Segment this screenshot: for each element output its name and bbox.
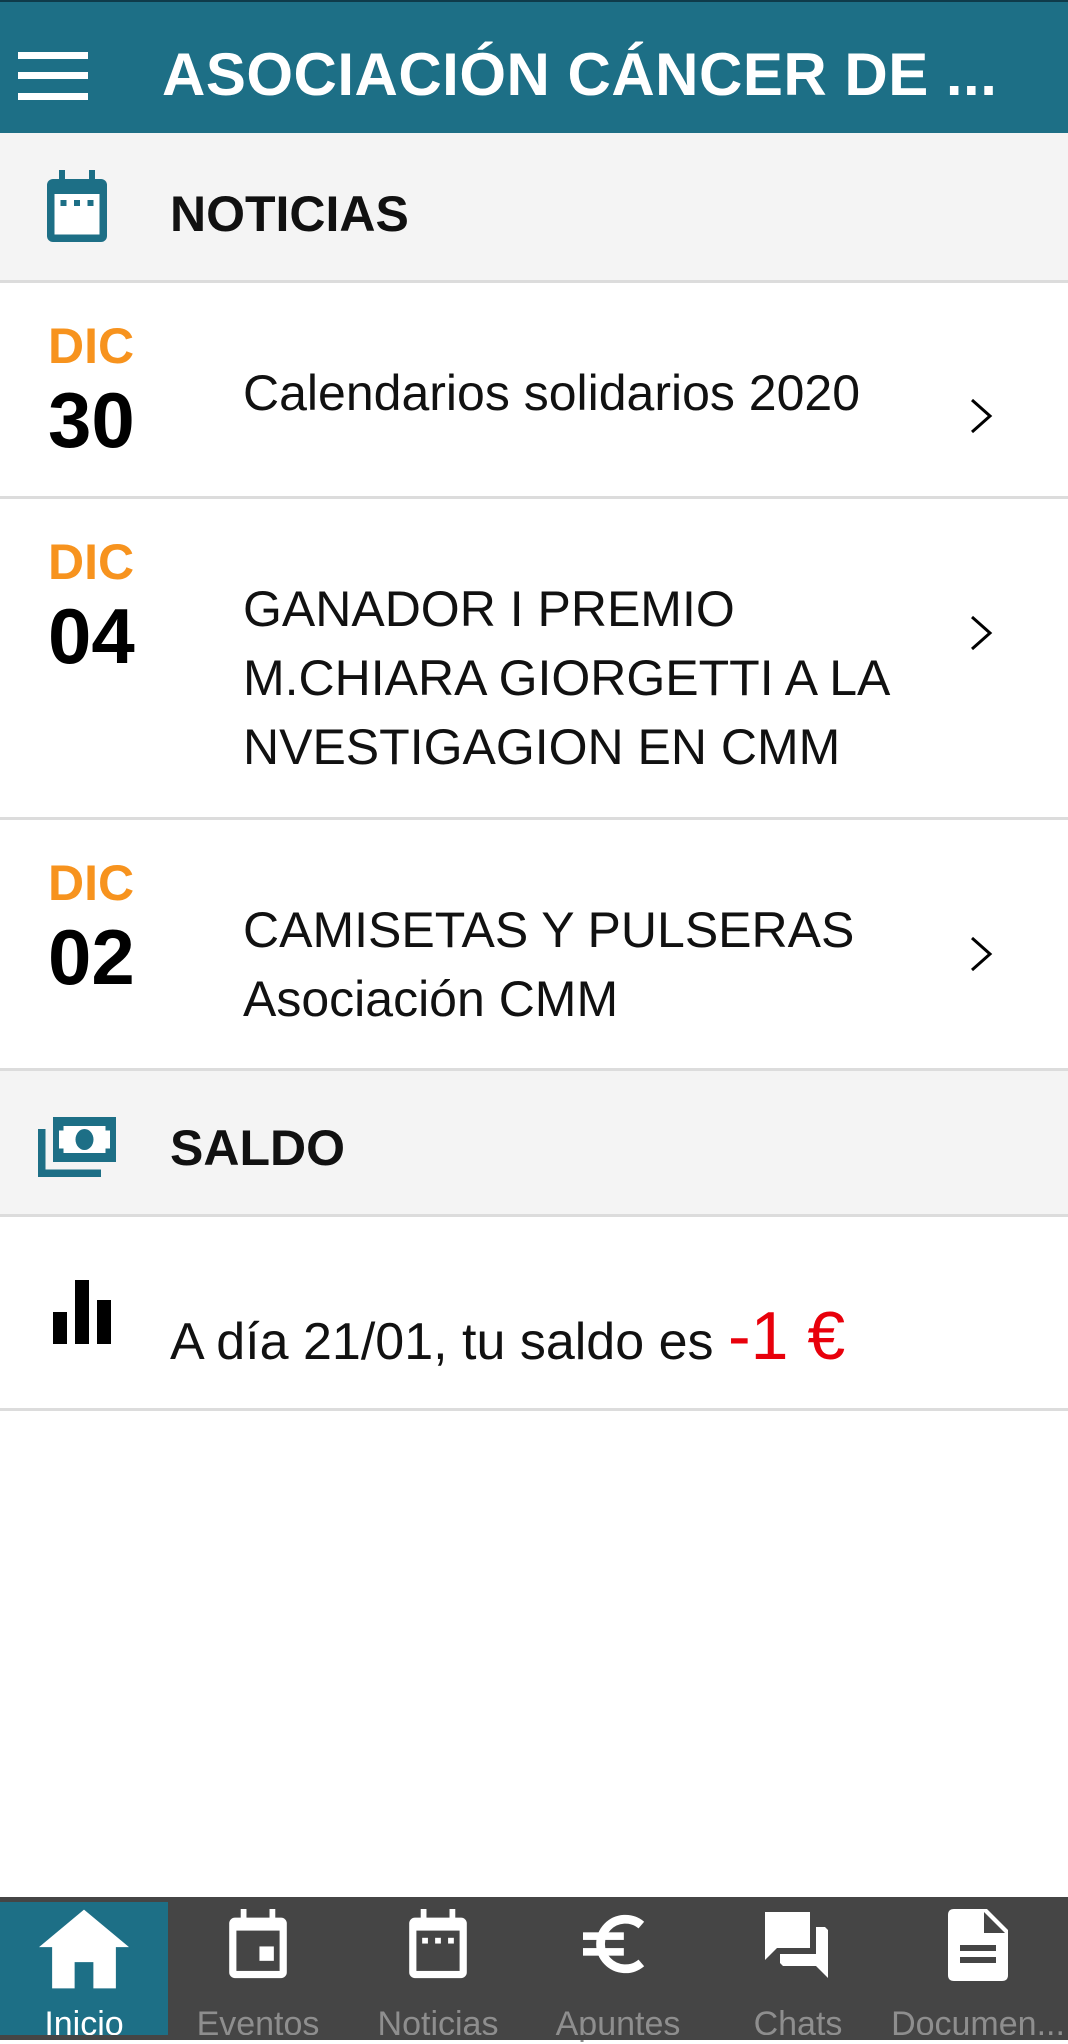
news-title: CAMISETAS Y PULSERAS Asociación CMM (243, 902, 855, 1027)
news-day: 02 (48, 913, 135, 1001)
saldo-section-title: SALDO (170, 1120, 345, 1176)
news-month: DIC (48, 855, 135, 911)
chevron-right-icon (971, 936, 993, 972)
saldo-text: A día 21/01, tu saldo es -1 € (170, 1297, 845, 1375)
saldo-label: A día 21/01, tu saldo es (170, 1313, 714, 1371)
tab-inicio[interactable]: Inicio (0, 1902, 168, 2043)
app-title: ASOCIACIÓN CÁNCER DE ... (162, 41, 998, 108)
news-item[interactable]: DIC 04 GANADOR I PREMIO M.CHIARA GIORGET… (0, 499, 1068, 820)
hamburger-menu-icon[interactable] (18, 50, 88, 102)
tab-documentos[interactable]: Documen... (888, 1897, 1068, 2043)
bottom-nav: Inicio Eventos Noticias Apuntes Chats Do… (0, 1897, 1068, 2043)
news-month: DIC (48, 534, 135, 590)
noticias-section-title: NOTICIAS (170, 186, 409, 242)
bar-chart-icon (53, 1280, 111, 1344)
tab-apuntes[interactable]: Apuntes (528, 1897, 708, 2043)
noticias-section-header: NOTICIAS (0, 133, 1068, 283)
chat-icon (765, 1912, 828, 1978)
news-title: Calendarios solidarios 2020 (243, 365, 861, 421)
news-day: 30 (48, 376, 135, 464)
chevron-right-icon (971, 398, 993, 434)
event-icon (229, 1909, 287, 1979)
euro-icon (583, 1914, 645, 1974)
tab-noticias[interactable]: Noticias (348, 1897, 528, 2043)
news-day: 04 (48, 592, 135, 680)
calendar-icon (47, 170, 107, 242)
news-item[interactable]: DIC 30 Calendarios solidarios 2020 (0, 283, 1068, 499)
news-title: GANADOR I PREMIO M.CHIARA GIORGETTI A LA… (243, 581, 888, 775)
money-icon (38, 1117, 116, 1177)
tab-eventos[interactable]: Eventos (168, 1897, 348, 2043)
news-item[interactable]: DIC 02 CAMISETAS Y PULSERAS Asociación C… (0, 820, 1068, 1071)
news-month: DIC (48, 318, 135, 374)
tab-chats[interactable]: Chats (708, 1897, 888, 2043)
app-bar: ASOCIACIÓN CÁNCER DE ... (0, 0, 1068, 133)
saldo-amount: -1 € (727, 1298, 846, 1374)
calendar-icon (409, 1909, 467, 1979)
bottom-strip (0, 2035, 1068, 2040)
home-icon (39, 1909, 129, 1989)
saldo-row: A día 21/01, tu saldo es -1 € (0, 1217, 1068, 1411)
document-icon (948, 1909, 1008, 1981)
chevron-right-icon (971, 615, 993, 651)
saldo-section-header: SALDO (0, 1071, 1068, 1217)
